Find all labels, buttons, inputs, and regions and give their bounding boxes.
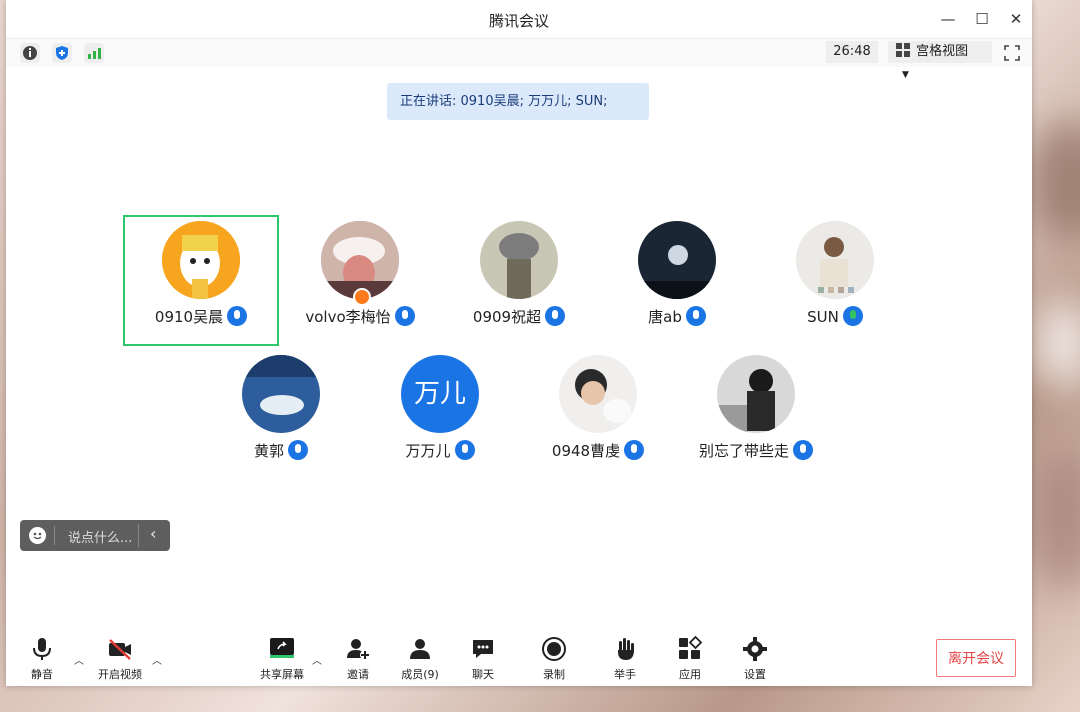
quick-chat-bar[interactable]: 说点什么... ‹ bbox=[20, 520, 170, 551]
participant-name: 0948曹虔 bbox=[551, 442, 621, 460]
meeting-controls: 静音 ︿ 开启视频 ︿ 共享屏幕 ︿ 邀请 成员(9) 聊天 录制 举手 应用 … bbox=[6, 630, 1032, 686]
microphone-icon bbox=[29, 636, 55, 662]
participant-tile[interactable]: 0910吴晨 bbox=[123, 215, 279, 346]
participant-name: 万万儿 bbox=[405, 442, 451, 460]
participant-name: 0909祝超 bbox=[472, 308, 542, 326]
meeting-toolbar: 26:48 宫格视图 ▼ bbox=[6, 39, 1032, 80]
microphone-icon bbox=[685, 306, 706, 326]
raise-hand-button[interactable]: 举手 bbox=[595, 636, 655, 682]
chat-icon bbox=[470, 636, 496, 662]
divider bbox=[54, 526, 55, 545]
raise-hand-label: 举手 bbox=[614, 668, 636, 681]
share-screen-icon bbox=[269, 636, 295, 662]
record-button[interactable]: 录制 bbox=[524, 636, 584, 682]
leave-meeting-button[interactable]: 离开会议 bbox=[936, 639, 1016, 677]
record-icon bbox=[541, 636, 567, 662]
gear-icon bbox=[742, 636, 768, 662]
chat-button[interactable]: 聊天 bbox=[453, 636, 513, 682]
chat-input-placeholder[interactable]: 说点什么... bbox=[68, 527, 132, 546]
apps-label: 应用 bbox=[679, 668, 701, 681]
share-label: 共享屏幕 bbox=[260, 668, 304, 681]
participant-name: 别忘了带些走 bbox=[698, 442, 789, 460]
microphone-icon bbox=[793, 440, 813, 460]
avatar bbox=[480, 221, 558, 299]
participant-tile[interactable]: 别忘了带些走 bbox=[678, 349, 834, 480]
raise-hand-icon bbox=[612, 636, 638, 662]
collapse-chevron-icon[interactable]: ‹ bbox=[150, 524, 156, 543]
view-mode-label: 宫格视图 bbox=[916, 44, 969, 59]
participant-name: 黄郭 bbox=[253, 442, 284, 460]
speaking-indicator: 正在讲话: 0910吴晨; 万万儿; SUN; bbox=[387, 83, 649, 120]
participant-tile[interactable]: 唐ab bbox=[599, 215, 755, 346]
participant-tile[interactable]: 万儿 万万儿 bbox=[362, 349, 518, 480]
avatar bbox=[559, 355, 637, 433]
signal-strength-icon[interactable] bbox=[84, 43, 104, 63]
settings-button[interactable]: 设置 bbox=[725, 636, 785, 682]
participant-tile[interactable]: 黄郭 bbox=[203, 349, 359, 480]
avatar bbox=[796, 221, 874, 299]
mute-label: 静音 bbox=[31, 668, 53, 681]
minimize-button[interactable]: — bbox=[934, 6, 962, 32]
participant-tile[interactable]: SUN bbox=[757, 215, 913, 346]
invite-button[interactable]: 邀请 bbox=[328, 636, 388, 682]
members-label: 成员(9) bbox=[401, 668, 439, 681]
title-bar: 腾讯会议 — ☐ ✕ bbox=[6, 0, 1032, 39]
participant-name: 0910吴晨 bbox=[154, 308, 224, 326]
fullscreen-icon[interactable] bbox=[1002, 43, 1022, 63]
avatar bbox=[717, 355, 795, 433]
close-button[interactable]: ✕ bbox=[1002, 6, 1030, 32]
security-shield-icon[interactable] bbox=[52, 43, 72, 63]
divider bbox=[138, 524, 139, 547]
participant-tile[interactable]: 0909祝超 bbox=[441, 215, 597, 346]
apps-button[interactable]: 应用 bbox=[660, 635, 720, 682]
microphone-speaking-icon bbox=[842, 306, 863, 326]
settings-label: 设置 bbox=[744, 668, 766, 681]
maximize-button[interactable]: ☐ bbox=[968, 6, 996, 32]
info-icon[interactable] bbox=[20, 43, 40, 63]
emoji-icon[interactable] bbox=[29, 527, 46, 544]
members-button[interactable]: 成员(9) bbox=[390, 636, 450, 682]
meeting-window: 腾讯会议 — ☐ ✕ 26:48 宫格视图 ▼ 正在讲话: 0910吴晨; 万万… bbox=[6, 0, 1032, 686]
record-label: 录制 bbox=[543, 668, 565, 681]
microphone-icon bbox=[394, 306, 415, 326]
video-off-icon bbox=[107, 636, 133, 662]
avatar bbox=[638, 221, 716, 299]
microphone-icon bbox=[545, 306, 566, 326]
video-options-chevron-icon[interactable]: ︿ bbox=[152, 652, 162, 667]
meeting-timer: 26:48 bbox=[826, 41, 878, 63]
invite-label: 邀请 bbox=[347, 668, 369, 681]
mute-button[interactable]: 静音 bbox=[12, 636, 72, 682]
participant-name: SUN bbox=[807, 308, 839, 326]
microphone-icon bbox=[624, 440, 645, 460]
add-user-icon bbox=[345, 636, 371, 662]
start-video-button[interactable]: 开启视频 bbox=[90, 636, 150, 682]
grid-view-icon bbox=[896, 43, 910, 57]
chevron-down-icon: ▼ bbox=[902, 70, 909, 80]
members-icon bbox=[407, 636, 433, 662]
avatar: 万儿 bbox=[401, 355, 479, 433]
video-label: 开启视频 bbox=[98, 668, 142, 681]
participant-tile[interactable]: 0948曹虔 bbox=[520, 349, 676, 480]
microphone-icon bbox=[454, 440, 475, 460]
window-title: 腾讯会议 bbox=[488, 12, 549, 30]
participant-name: volvo李梅怡 bbox=[305, 308, 391, 326]
avatar bbox=[162, 221, 240, 299]
microphone-icon bbox=[288, 440, 308, 460]
share-screen-button[interactable]: 共享屏幕 bbox=[252, 636, 312, 682]
mute-options-chevron-icon[interactable]: ︿ bbox=[74, 652, 84, 667]
avatar bbox=[242, 355, 320, 433]
host-badge-icon bbox=[353, 288, 371, 306]
share-options-chevron-icon[interactable]: ︿ bbox=[312, 652, 322, 667]
view-mode-dropdown[interactable]: 宫格视图 ▼ bbox=[888, 41, 992, 80]
apps-icon bbox=[677, 635, 703, 662]
participant-tile[interactable]: volvo李梅怡 bbox=[282, 215, 438, 346]
chat-label: 聊天 bbox=[472, 668, 494, 681]
participant-name: 唐ab bbox=[648, 308, 682, 326]
microphone-icon bbox=[227, 306, 248, 326]
